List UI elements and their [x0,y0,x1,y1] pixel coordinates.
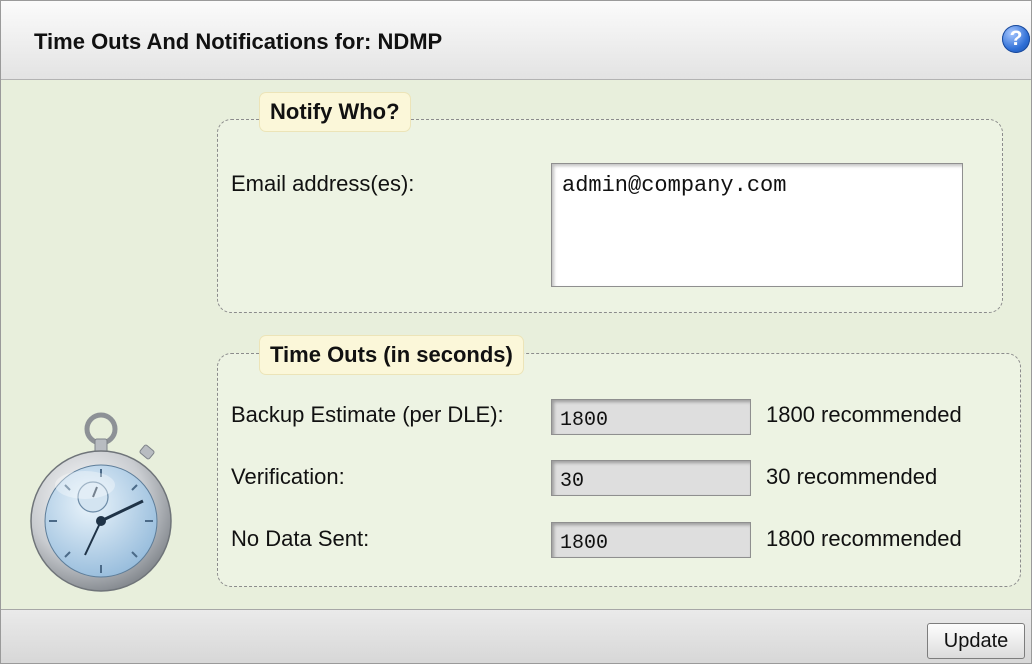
timeouts-legend: Time Outs (in seconds) [260,336,523,374]
footer-bar: Update [1,609,1031,663]
update-button[interactable]: Update [927,623,1025,659]
backup-estimate-input[interactable] [551,399,751,435]
dialog-title: Time Outs And Notifications for: NDMP [34,29,443,54]
verification-recommended: 30 recommended [766,464,938,489]
help-icon[interactable]: ? [1002,25,1030,53]
no-data-sent-recommended: 1800 recommended [766,526,962,551]
title-bar: Time Outs And Notifications for: NDMP ? [1,1,1031,80]
timeouts-dialog: Time Outs And Notifications for: NDMP ? … [0,0,1032,664]
notify-who-legend: Notify Who? [260,93,410,131]
verification-input[interactable] [551,460,751,496]
verification-label: Verification: [231,464,345,489]
no-data-sent-input[interactable] [551,522,751,558]
no-data-sent-label: No Data Sent: [231,526,370,551]
backup-estimate-recommended: 1800 recommended [766,402,962,427]
email-field[interactable]: admin@company.com [551,163,963,287]
backup-estimate-label: Backup Estimate (per DLE): [231,402,504,427]
stopwatch-icon [30,412,172,592]
email-label: Email address(es): [231,171,415,196]
